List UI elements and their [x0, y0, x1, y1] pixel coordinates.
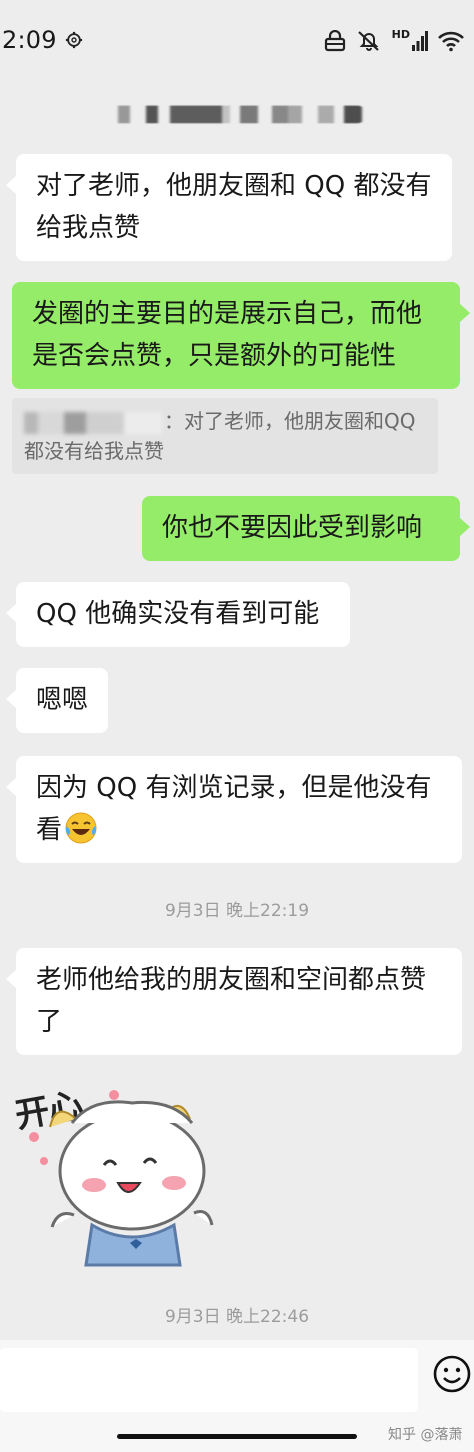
- chat-area: 对了老师，他朋友圈和 QQ 都没有给我点赞 发圈的主要目的是展示自己，而他是否会…: [0, 0, 474, 1452]
- message-text: 发圈的主要目的是展示自己，而他是否会点赞，只是额外的可能性: [32, 299, 423, 371]
- message-text: QQ 他确实没有看到可能: [36, 599, 320, 629]
- message-text: 老师他给我的朋友圈和空间都点赞了: [36, 965, 427, 1037]
- home-indicator[interactable]: [117, 1434, 357, 1439]
- redacted-quote-sender: [24, 411, 162, 434]
- message-timestamp: 9月3日 晚上22:19: [164, 901, 310, 921]
- message-input[interactable]: [0, 1348, 418, 1412]
- message-bubble-incoming[interactable]: 嗯嗯: [6, 668, 108, 733]
- message-text: 对了老师，他朋友圈和 QQ 都没有给我点赞: [36, 171, 432, 243]
- message-bubble-outgoing[interactable]: 发圈的主要目的是展示自己，而他是否会点赞，只是额外的可能性: [12, 282, 470, 389]
- sticker-image: 开心: [12, 1085, 214, 1267]
- quoted-reply[interactable]: ：对了老师，他朋友圈和QQ都没有给我点赞: [12, 398, 438, 474]
- sticker-caption: 开心: [14, 1085, 86, 1136]
- watermark: 知乎 @落萧: [388, 1427, 463, 1443]
- message-bubble-incoming[interactable]: 因为 QQ 有浏览记录，但是他没有看: [6, 756, 462, 863]
- happy-sheep-sticker[interactable]: 开心: [12, 1075, 214, 1275]
- message-bubble-incoming[interactable]: QQ 他确实没有看到可能: [6, 582, 350, 647]
- message-timestamp: 9月3日 晚上22:46: [164, 1307, 310, 1327]
- emoji-icon[interactable]: [432, 1354, 472, 1394]
- message-text: 你也不要因此受到影响: [162, 513, 423, 543]
- message-text: 嗯嗯: [36, 685, 89, 715]
- message-bubble-incoming[interactable]: 对了老师，他朋友圈和 QQ 都没有给我点赞: [6, 154, 452, 261]
- message-bubble-outgoing[interactable]: 你也不要因此受到影响: [142, 496, 470, 561]
- laughing-crying-emoji-icon: [65, 812, 97, 844]
- message-bubble-incoming[interactable]: 老师他给我的朋友圈和空间都点赞了: [6, 948, 462, 1055]
